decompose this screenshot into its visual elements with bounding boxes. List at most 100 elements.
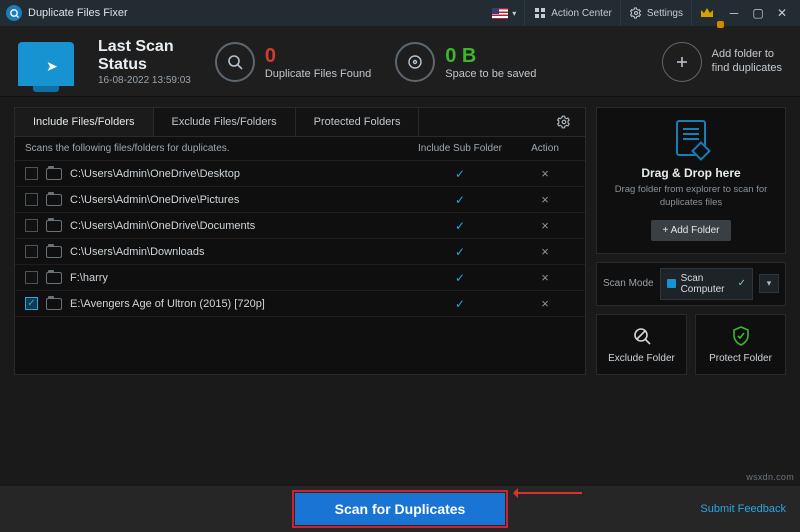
scan-mode-label: Scan Mode [603,278,654,289]
scan-mode-select[interactable]: Scan Computer ✓ [660,268,753,300]
row-path: C:\Users\Admin\OneDrive\Documents [70,220,405,232]
language-flag[interactable]: ▾ [484,0,524,26]
drop-hint: Drag folder from explorer to scan for du… [609,184,773,210]
row-remove[interactable]: × [515,244,575,259]
scan-button[interactable]: Scan for Duplicates [295,493,506,525]
status-timestamp: 16-08-2022 13:59:03 [98,75,191,86]
gear-icon [629,6,643,20]
col-action: Action [515,143,575,154]
row-include-sub[interactable]: ✓ [405,219,515,233]
dup-count-value: 0 [265,45,371,68]
row-checkbox[interactable] [25,193,38,206]
row-include-sub[interactable]: ✓ [405,193,515,207]
row-include-sub[interactable]: ✓ [405,271,515,285]
status-title-line2: Status [98,56,191,74]
table-row: C:\Users\Admin\OneDrive\Desktop✓× [15,161,585,187]
settings-button[interactable]: Settings [620,0,691,26]
disk-ring-icon [395,42,435,82]
grid-icon [533,6,547,20]
row-checkbox[interactable] [25,245,38,258]
row-include-sub[interactable]: ✓ [405,297,515,311]
tab-protected[interactable]: Protected Folders [296,108,420,136]
row-include-sub[interactable]: ✓ [405,167,515,181]
add-folder-line2: find duplicates [712,62,782,76]
row-path: C:\Users\Admin\OneDrive\Pictures [70,194,405,206]
stat-space: 0 B Space to be saved [395,42,536,82]
add-folder-line1: Add folder to [712,48,782,62]
drop-title: Drag & Drop here [641,166,740,180]
exclude-folder-card[interactable]: Exclude Folder [596,314,687,375]
maximize-button[interactable]: ▢ [746,6,770,20]
titlebar: Duplicate Files Fixer ▾ Action Center Se… [0,0,800,26]
row-remove[interactable]: × [515,192,575,207]
add-folder-button[interactable]: + Add Folder [651,220,732,241]
document-icon [676,120,706,156]
search-ring-icon [215,42,255,82]
row-path: C:\Users\Admin\OneDrive\Desktop [70,168,405,180]
table-row: C:\Users\Admin\OneDrive\Pictures✓× [15,187,585,213]
folder-icon [46,298,62,310]
col-desc: Scans the following files/folders for du… [25,143,405,154]
row-remove[interactable]: × [515,296,575,311]
row-remove[interactable]: × [515,166,575,181]
row-include-sub[interactable]: ✓ [405,245,515,259]
table-row: C:\Users\Admin\Downloads✓× [15,239,585,265]
exclude-label: Exclude Folder [608,353,675,364]
header-stats: ➤ Last Scan Status 16-08-2022 13:59:03 0… [0,26,800,97]
row-path: F:\harry [70,272,405,284]
monitor-icon: ➤ [18,42,74,86]
table-row: F:\harry✓× [15,265,585,291]
main-area: Include Files/Folders Exclude Files/Fold… [0,97,800,375]
minimize-button[interactable]: ─ [722,6,746,20]
submit-feedback-link[interactable]: Submit Feedback [700,503,786,515]
columns-header: Scans the following files/folders for du… [15,137,585,161]
folder-icon [46,272,62,284]
tab-include[interactable]: Include Files/Folders [15,108,154,136]
folder-list-panel: Include Files/Folders Exclude Files/Fold… [14,107,586,375]
stat-duplicates: 0 Duplicate Files Found [215,42,371,82]
drop-zone[interactable]: Drag & Drop here Drag folder from explor… [596,107,786,254]
action-center-button[interactable]: Action Center [524,0,620,26]
settings-label: Settings [647,8,683,19]
protect-label: Protect Folder [709,353,772,364]
row-checkbox[interactable] [25,167,38,180]
scan-mode-value: Scan Computer [681,273,733,295]
close-button[interactable]: ✕ [770,6,794,20]
protect-folder-card[interactable]: Protect Folder [695,314,786,375]
side-cards: Exclude Folder Protect Folder [596,314,786,375]
row-path: E:\Avengers Age of Ultron (2015) [720p] [70,298,405,310]
upgrade-button[interactable] [691,0,722,26]
dup-count-label: Duplicate Files Found [265,68,371,80]
app-logo-icon [6,5,22,21]
row-remove[interactable]: × [515,270,575,285]
row-checkbox[interactable]: ✓ [25,297,38,310]
space-label: Space to be saved [445,68,536,80]
crown-icon [700,6,714,20]
folder-icon [46,246,62,258]
scan-status: Last Scan Status 16-08-2022 13:59:03 [98,38,191,86]
app-title: Duplicate Files Fixer [28,7,128,19]
folder-icon [46,220,62,232]
table-row: C:\Users\Admin\OneDrive\Documents✓× [15,213,585,239]
add-folder-cta[interactable]: Add folder to find duplicates [662,42,782,82]
col-subfolder: Include Sub Folder [405,143,515,154]
folder-icon [46,168,62,180]
shield-icon [730,325,752,347]
tab-exclude[interactable]: Exclude Files/Folders [154,108,296,136]
row-checkbox[interactable] [25,219,38,232]
table-row: ✓E:\Avengers Age of Ultron (2015) [720p]… [15,291,585,317]
plus-ring-icon [662,42,702,82]
check-icon: ✓ [738,278,746,289]
footer: Scan for Duplicates Submit Feedback [0,486,800,532]
tab-settings-gear[interactable] [557,109,585,135]
scan-mode-row: Scan Mode Scan Computer ✓ ▾ [596,262,786,306]
row-remove[interactable]: × [515,218,575,233]
folder-icon [46,194,62,206]
row-checkbox[interactable] [25,271,38,284]
status-title-line1: Last Scan [98,38,191,56]
scan-mode-dropdown[interactable]: ▾ [759,274,779,293]
watermark: wsxdn.com [746,472,794,482]
chevron-down-icon: ▾ [512,9,516,18]
flag-us-icon [492,8,508,19]
right-panel: Drag & Drop here Drag folder from explor… [596,107,786,375]
